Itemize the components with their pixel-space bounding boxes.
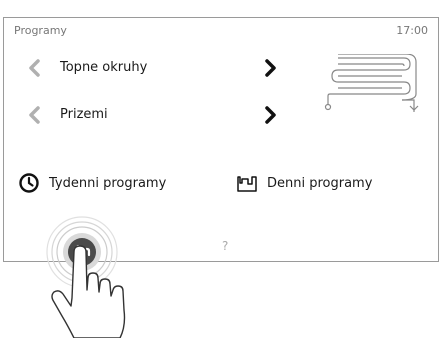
chevron-right-icon[interactable] xyxy=(262,58,280,78)
clock-icon xyxy=(19,173,39,193)
weekly-programs-button[interactable]: Tydenni programy xyxy=(18,172,166,194)
weekly-programs-label: Tydenni programy xyxy=(49,175,167,191)
selector-label: Topne okruhy xyxy=(60,60,148,75)
selector-zone: Prizemi xyxy=(4,104,304,128)
daily-profile-icon xyxy=(237,176,257,192)
selector-label: Prizemi xyxy=(60,107,108,122)
daily-programs-button[interactable]: Denni programy xyxy=(236,172,372,194)
selector-heating-circuits: Topne okruhy xyxy=(4,57,304,81)
daily-programs-label: Denni programy xyxy=(267,175,373,191)
chevron-right-icon[interactable] xyxy=(262,105,280,125)
clock: 17:00 xyxy=(396,24,428,37)
help-button[interactable]: ? xyxy=(222,239,228,253)
chevron-left-icon[interactable] xyxy=(26,105,44,125)
chevron-left-icon[interactable] xyxy=(26,58,44,78)
floor-heating-pipe-icon xyxy=(324,54,419,112)
page-title: Programy xyxy=(14,24,67,37)
touch-hand-illustration xyxy=(51,245,126,338)
